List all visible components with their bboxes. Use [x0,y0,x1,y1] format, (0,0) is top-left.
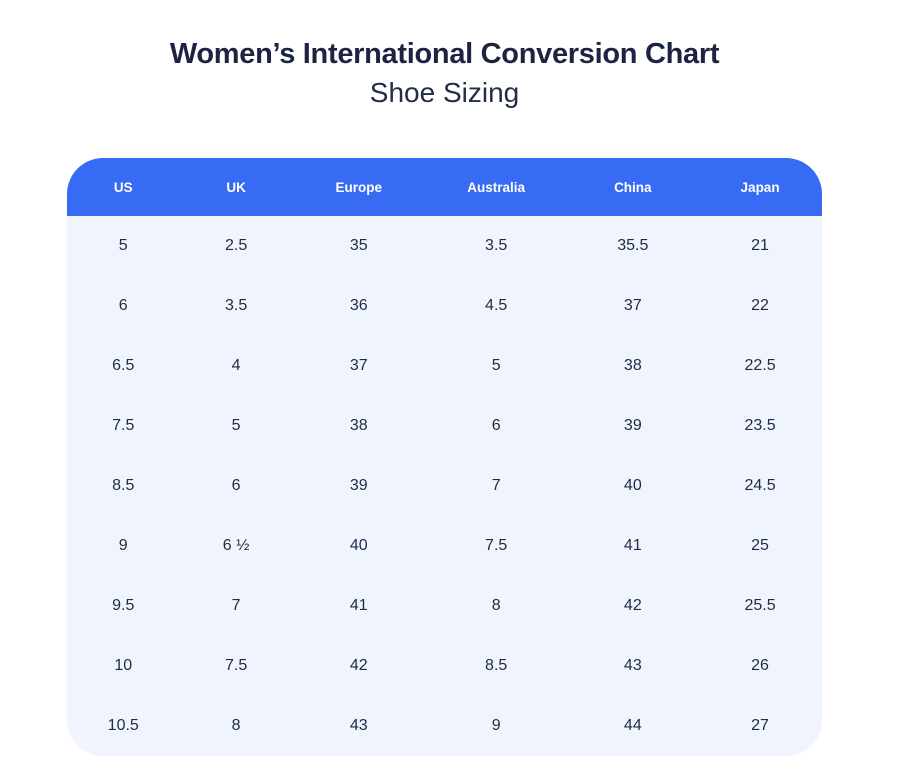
page-subtitle: Shoe Sizing [67,76,822,110]
table-header-row: USUKEuropeAustraliaChinaJapan [67,158,822,216]
size-cell-china: 37 [568,276,699,336]
size-cell-us: 6 [67,276,179,336]
size-cell-europe: 35 [293,216,425,276]
size-cell-australia: 6 [425,396,568,456]
table-body: 52.5353.535.52163.5364.537226.543753822.… [67,216,822,756]
table-row: 8.563974024.5 [67,456,822,516]
size-cell-uk: 3.5 [179,276,292,336]
size-cell-us: 5 [67,216,179,276]
size-cell-china: 39 [568,396,699,456]
size-cell-china: 41 [568,516,699,576]
table-row: 9.574184225.5 [67,576,822,636]
conversion-table: USUKEuropeAustraliaChinaJapan 52.5353.53… [67,158,822,756]
size-cell-china: 44 [568,696,699,756]
size-cell-japan: 23.5 [698,396,822,456]
size-cell-japan: 22 [698,276,822,336]
table-row: 96 ½407.54125 [67,516,822,576]
size-cell-uk: 5 [179,396,292,456]
size-cell-europe: 42 [293,636,425,696]
size-cell-australia: 7.5 [425,516,568,576]
size-cell-europe: 40 [293,516,425,576]
size-cell-japan: 22.5 [698,336,822,396]
column-header-japan: Japan [698,158,822,216]
size-cell-australia: 4.5 [425,276,568,336]
size-cell-china: 43 [568,636,699,696]
column-header-europe: Europe [293,158,425,216]
table-row: 7.553863923.5 [67,396,822,456]
size-cell-uk: 8 [179,696,292,756]
size-cell-japan: 26 [698,636,822,696]
table-row: 107.5428.54326 [67,636,822,696]
size-cell-uk: 6 ½ [179,516,292,576]
size-cell-china: 35.5 [568,216,699,276]
size-cell-australia: 8 [425,576,568,636]
size-cell-australia: 3.5 [425,216,568,276]
column-header-australia: Australia [425,158,568,216]
size-cell-us: 10.5 [67,696,179,756]
size-cell-uk: 7.5 [179,636,292,696]
size-cell-uk: 2.5 [179,216,292,276]
table-row: 6.543753822.5 [67,336,822,396]
size-cell-europe: 36 [293,276,425,336]
size-cell-china: 42 [568,576,699,636]
size-cell-australia: 7 [425,456,568,516]
table-header: USUKEuropeAustraliaChinaJapan [67,158,822,216]
size-cell-australia: 9 [425,696,568,756]
column-header-uk: UK [179,158,292,216]
conversion-chart-card: Women’s International Conversion Chart S… [67,0,822,756]
size-cell-europe: 43 [293,696,425,756]
size-cell-uk: 6 [179,456,292,516]
size-cell-uk: 4 [179,336,292,396]
size-cell-europe: 39 [293,456,425,516]
size-cell-us: 9 [67,516,179,576]
size-cell-china: 40 [568,456,699,516]
size-cell-china: 38 [568,336,699,396]
size-cell-uk: 7 [179,576,292,636]
table-row: 63.5364.53722 [67,276,822,336]
page-title: Women’s International Conversion Chart [67,36,822,72]
size-cell-japan: 27 [698,696,822,756]
size-cell-us: 10 [67,636,179,696]
size-cell-japan: 24.5 [698,456,822,516]
size-cell-us: 8.5 [67,456,179,516]
size-cell-us: 7.5 [67,396,179,456]
size-cell-australia: 8.5 [425,636,568,696]
size-cell-japan: 25 [698,516,822,576]
size-cell-japan: 21 [698,216,822,276]
size-cell-japan: 25.5 [698,576,822,636]
table-row: 52.5353.535.521 [67,216,822,276]
table-row: 10.584394427 [67,696,822,756]
size-cell-europe: 37 [293,336,425,396]
column-header-us: US [67,158,179,216]
size-cell-us: 9.5 [67,576,179,636]
size-cell-europe: 38 [293,396,425,456]
size-cell-australia: 5 [425,336,568,396]
size-cell-us: 6.5 [67,336,179,396]
column-header-china: China [568,158,699,216]
size-cell-europe: 41 [293,576,425,636]
